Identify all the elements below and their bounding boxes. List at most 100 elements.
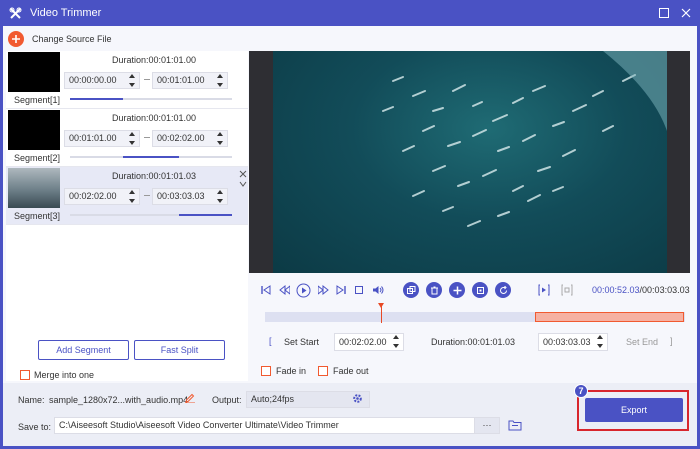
segment-thumbnail — [8, 168, 60, 208]
skip-start-icon[interactable] — [259, 283, 273, 297]
window-title: Video Trimmer — [30, 7, 102, 19]
segment-duration: Duration:00:01:01.03 — [111, 171, 197, 181]
maximize-icon[interactable] — [656, 5, 672, 21]
plus-icon — [8, 31, 24, 47]
stop-icon[interactable] — [352, 283, 366, 297]
save-to-label: Save to: — [18, 422, 52, 432]
end-stepper[interactable] — [216, 74, 224, 87]
segment-item[interactable]: Segment[1] Duration:00:01:01.00 00:00:00… — [6, 51, 248, 109]
end-bracket-icon: ] — [670, 336, 673, 346]
segment-start-value: 00:02:02.00 — [69, 191, 117, 201]
set-start-marker-icon[interactable] — [537, 283, 551, 297]
trim-end-field[interactable]: 00:03:03.03 — [538, 333, 608, 351]
fade-in-checkbox[interactable] — [261, 366, 271, 376]
merge-label: Merge into one — [34, 370, 95, 380]
name-label: Name: — [18, 395, 45, 405]
segment-end-field[interactable]: 00:02:02.00 — [152, 130, 228, 147]
segment-thumbnail — [8, 52, 60, 92]
trim-start-field[interactable]: 00:02:02.00 — [334, 333, 404, 351]
save-path-field[interactable]: C:\Aiseesoft Studio\Aiseesoft Video Conv… — [54, 417, 500, 434]
end-stepper[interactable] — [216, 190, 224, 203]
trim-duration: Duration:00:01:01.03 — [431, 337, 516, 347]
start-stepper[interactable] — [128, 74, 136, 87]
trim-end-value: 00:03:03.03 — [543, 337, 591, 347]
settings-gear-icon[interactable] — [352, 393, 363, 406]
segment-list: Segment[1] Duration:00:01:01.00 00:00:00… — [6, 51, 248, 381]
export-button[interactable]: Export — [585, 398, 683, 422]
segment-progress-fill — [178, 214, 232, 216]
edit-name-icon[interactable] — [185, 393, 195, 405]
segment-end-field[interactable]: 00:03:03.03 — [152, 188, 228, 205]
separator-dash — [144, 195, 150, 196]
add-icon[interactable] — [449, 282, 465, 298]
file-name: sample_1280x72...with_audio.mp4 — [49, 395, 189, 405]
set-end-button[interactable]: Set End — [626, 337, 658, 355]
segment-thumbnail — [8, 110, 60, 150]
segment-start-field[interactable]: 00:02:02.00 — [64, 188, 140, 205]
change-source-button[interactable]: Change Source File — [8, 28, 112, 50]
trim-end-stepper[interactable] — [596, 335, 604, 348]
timeline-track[interactable] — [265, 312, 685, 322]
segment-start-field[interactable]: 00:00:00.00 — [64, 72, 140, 89]
segment-progress-track — [70, 156, 232, 158]
change-source-label: Change Source File — [32, 34, 112, 44]
fade-out-label: Fade out — [333, 366, 369, 376]
video-preview — [249, 51, 690, 273]
add-segment-button[interactable]: Add Segment — [38, 340, 129, 360]
playback-time: 00:00:52.03/00:03:03.03 — [592, 285, 690, 295]
set-end-marker-icon[interactable] — [560, 283, 574, 297]
segment-label: Segment[1] — [14, 95, 61, 105]
segment-start-value: 00:01:01.00 — [69, 133, 117, 143]
browse-button[interactable]: ··· — [474, 417, 500, 434]
segment-item[interactable]: Segment[2] Duration:00:01:01.00 00:01:01… — [6, 109, 248, 167]
timeline-selection[interactable] — [535, 312, 684, 322]
segment-label: Segment[2] — [14, 153, 61, 163]
volume-icon[interactable] — [371, 283, 385, 297]
output-format-value: Auto;24fps — [251, 394, 295, 404]
segment-end-field[interactable]: 00:01:01.00 — [152, 72, 228, 89]
open-folder-icon[interactable] — [508, 419, 522, 433]
delete-segment-icon[interactable] — [426, 282, 442, 298]
segment-end-value: 00:02:02.00 — [157, 133, 205, 143]
close-icon[interactable] — [678, 5, 694, 21]
video-frame — [273, 51, 667, 273]
playhead[interactable] — [381, 304, 382, 323]
skip-end-icon[interactable] — [334, 283, 348, 297]
segment-item-selected[interactable]: Segment[3] Duration:00:01:01.03 00:02:02… — [6, 167, 248, 225]
fade-out-checkbox[interactable] — [318, 366, 328, 376]
step-badge: 7 — [574, 384, 588, 398]
merge-checkbox[interactable] — [20, 370, 30, 380]
save-path-value: C:\Aiseesoft Studio\Aiseesoft Video Conv… — [59, 420, 339, 430]
end-stepper[interactable] — [216, 132, 224, 145]
title-bar: Video Trimmer — [0, 0, 700, 26]
segment-progress-track — [70, 214, 232, 216]
close-segment-icon[interactable] — [239, 169, 247, 178]
reset-icon[interactable] — [495, 282, 511, 298]
set-start-button[interactable]: Set Start — [284, 337, 319, 355]
segment-progress-track — [70, 98, 232, 100]
duplicate-icon[interactable] — [472, 282, 488, 298]
segment-start-field[interactable]: 00:01:01.00 — [64, 130, 140, 147]
segment-end-value: 00:01:01.00 — [157, 75, 205, 85]
segment-progress-fill — [123, 156, 179, 158]
output-label: Output: — [212, 395, 242, 405]
fade-in-label: Fade in — [276, 366, 307, 376]
segment-duration: Duration:00:01:01.00 — [111, 55, 197, 65]
current-time: 00:00:52.03 — [592, 285, 640, 295]
frame-forward-icon[interactable] — [316, 283, 330, 297]
separator-dash — [144, 79, 150, 80]
fast-split-button[interactable]: Fast Split — [134, 340, 225, 360]
trim-start-stepper[interactable] — [392, 335, 400, 348]
segment-end-value: 00:03:03.03 — [157, 191, 205, 201]
start-stepper[interactable] — [128, 132, 136, 145]
segment-duration: Duration:00:01:01.00 — [111, 113, 197, 123]
play-icon[interactable] — [295, 282, 311, 298]
total-time: /00:03:03.03 — [639, 285, 690, 295]
separator-dash — [144, 137, 150, 138]
frame-back-icon[interactable] — [277, 283, 291, 297]
chevron-down-icon[interactable] — [239, 179, 247, 187]
segment-progress-fill — [70, 98, 124, 100]
segment-start-value: 00:00:00.00 — [69, 75, 117, 85]
copy-segment-icon[interactable] — [403, 282, 419, 298]
start-stepper[interactable] — [128, 190, 136, 203]
